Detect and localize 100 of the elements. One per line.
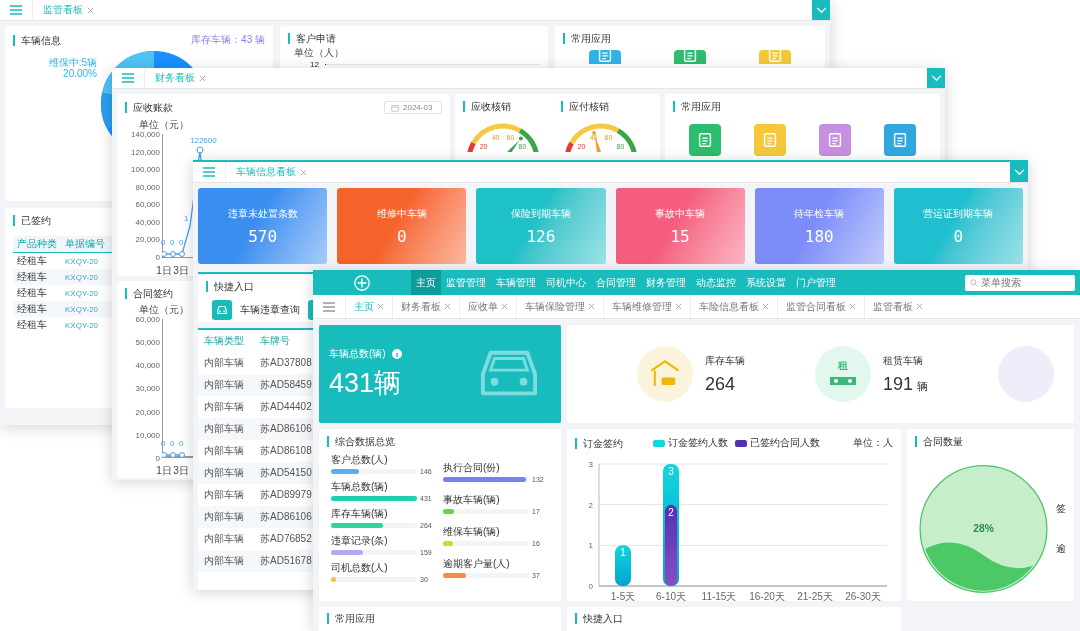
table-cell-text: 内部车辆	[204, 510, 245, 524]
panel-title: 快捷入口	[575, 613, 893, 624]
axis-tick: 20,000	[135, 407, 160, 417]
data-label: 2	[668, 506, 674, 518]
close-icon[interactable]	[444, 303, 451, 310]
axis-label: 1-5天	[610, 591, 636, 601]
axis-label: 16-20天	[749, 591, 785, 601]
data-label: 0	[170, 238, 175, 247]
stat-value: 126	[526, 226, 556, 246]
app-icon[interactable]	[818, 124, 851, 156]
dropdown-button[interactable]	[812, 0, 830, 20]
stat-value: 191	[883, 373, 914, 395]
column-header: 产品种类	[17, 237, 58, 251]
axis-tick: 60,000	[135, 200, 160, 210]
stat-value: 0	[953, 226, 964, 246]
axis-tick: 50,000	[135, 338, 160, 348]
panel-title: 常用应用	[673, 101, 932, 112]
data-label: 0	[179, 238, 184, 247]
close-icon[interactable]	[501, 303, 508, 310]
unit-label: 单位（元）	[139, 118, 189, 132]
table-cell: 苏AD37808	[260, 356, 312, 370]
axis-tick: 3	[588, 460, 593, 469]
table-cell: 苏AD58459	[260, 378, 312, 392]
info-icon	[391, 349, 402, 359]
stat-label: 保险到期车辆	[510, 206, 571, 221]
data-label: 3	[668, 466, 674, 477]
date-field[interactable]: 2024-03	[384, 101, 442, 114]
axis-tick: 40,000	[135, 217, 160, 227]
table-cell-text: KXQY-20	[65, 304, 100, 314]
dropdown-button[interactable]	[1010, 162, 1028, 182]
axis-label: 6-10天	[656, 591, 686, 601]
metric-label: 事故车辆(辆)	[443, 493, 501, 507]
metric-label: 车辆总数(辆)	[331, 480, 389, 494]
app-icon[interactable]	[758, 50, 791, 64]
close-icon[interactable]	[588, 303, 595, 310]
data-label: 1	[184, 214, 189, 223]
axis-tick: 20,000	[135, 235, 160, 245]
stat-label: 库存车辆	[705, 353, 745, 368]
app-icon[interactable]	[674, 50, 706, 64]
column-header: 车辆类型	[204, 334, 245, 348]
panel-title: 订金签约	[575, 437, 623, 449]
menu-item[interactable]: 主页	[411, 270, 441, 295]
table-cell-text: 经租车	[17, 254, 48, 268]
axis-tick: 40,000	[135, 361, 160, 371]
chart-label: 20.00%	[63, 68, 97, 79]
app-icon[interactable]	[883, 124, 916, 156]
table-cell-text: 内部车辆	[204, 356, 245, 370]
chart-label: 维保中:5辆	[48, 57, 97, 68]
metric-label: 客户总数(人)	[331, 453, 389, 467]
logo-icon	[353, 273, 371, 292]
panel-title: 车辆信息	[13, 34, 61, 46]
metric-label: 维保车辆(辆)	[443, 525, 501, 539]
axis-tick: 100,000	[131, 165, 160, 175]
metric-label: 执行合同(份)	[443, 461, 501, 475]
panel-title: 客户申请	[288, 33, 540, 44]
table-cell-text: KXQY-20	[65, 320, 100, 330]
axis-tick: 1	[588, 541, 593, 551]
table-cell: 苏AD86106	[260, 510, 312, 524]
data-label: 0	[170, 439, 175, 448]
menu-icon[interactable]	[203, 167, 215, 177]
close-icon[interactable]	[300, 168, 307, 176]
chevron-down-icon	[930, 74, 942, 82]
panel-title: 合同数量	[915, 436, 1066, 447]
axis-tick: 60,000	[135, 315, 160, 324]
close-icon[interactable]	[849, 303, 856, 310]
car-icon[interactable]	[212, 300, 232, 320]
data-label: 0	[161, 439, 166, 448]
dropdown-button[interactable]	[927, 68, 945, 88]
legend-label: 签	[1056, 502, 1066, 516]
quick-link[interactable]: 车辆违章查询	[240, 303, 300, 317]
axis-label: 1日	[155, 464, 173, 478]
table-cell-text: 经租车	[17, 302, 48, 316]
stat-value: 431辆	[329, 367, 402, 400]
axis-tick: 120,000	[131, 147, 160, 157]
app-icon[interactable]	[689, 124, 722, 156]
stat-label: 车辆总数(辆)	[329, 347, 386, 361]
panel-title: 常用应用	[327, 613, 553, 624]
metric-label: 库存车辆(辆)	[331, 507, 389, 521]
menu-icon[interactable]	[122, 73, 134, 83]
app-icon[interactable]	[754, 124, 787, 156]
data-label: 1	[620, 547, 626, 559]
axis-tick: 0	[155, 453, 160, 463]
close-icon[interactable]	[916, 303, 923, 310]
legend-label: 逾	[1056, 542, 1066, 556]
table-cell-text: 内部车辆	[204, 422, 245, 436]
close-icon[interactable]	[377, 303, 384, 310]
close-icon[interactable]	[675, 303, 682, 310]
close-icon[interactable]	[199, 74, 206, 82]
axis-label: 21-25天	[797, 591, 833, 601]
menu-icon[interactable]	[323, 301, 335, 312]
unit-label: 单位（元）	[139, 303, 189, 317]
close-icon[interactable]	[762, 303, 769, 310]
data-label: 122600	[190, 136, 217, 145]
table-cell-text: 经租车	[17, 318, 48, 332]
close-icon[interactable]	[87, 6, 94, 14]
menu-icon[interactable]	[10, 5, 22, 15]
axis-label: 1日	[155, 264, 173, 276]
search-field[interactable]: 菜单搜索	[965, 274, 1075, 291]
app-icon[interactable]	[589, 50, 622, 64]
legend-label: 订金签约人数	[667, 436, 728, 450]
